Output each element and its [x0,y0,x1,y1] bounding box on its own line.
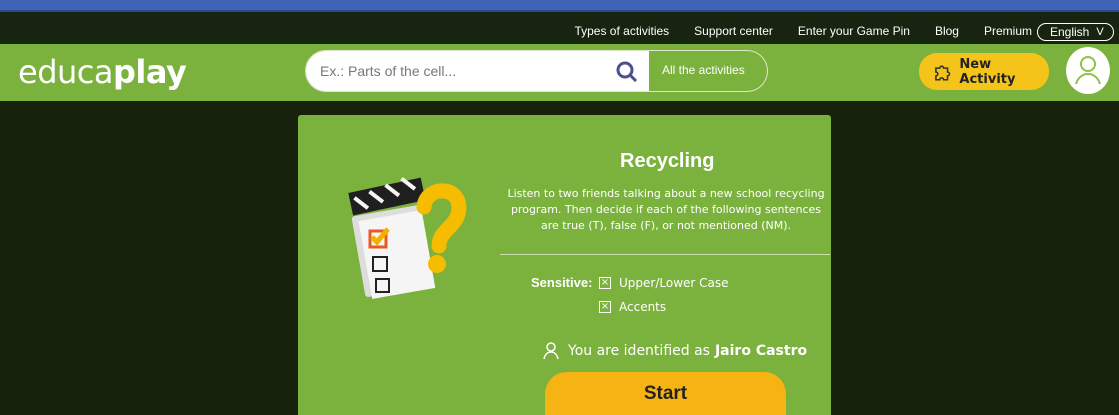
close-box-icon: × [599,301,611,313]
activity-title: Recycling [620,150,715,172]
search-input[interactable] [306,51,649,91]
logo-part-educa: educa [18,53,113,91]
user-avatar-icon [1075,56,1101,85]
top-link-premium[interactable]: Premium [984,24,1032,38]
puzzle-icon [935,64,951,81]
identified-user: You are identified as Jairo Castro [543,342,807,360]
top-link-support-center[interactable]: Support center [694,24,773,38]
main-header: educaplay All the activities New Activit… [0,44,1119,101]
upper-lower-case-option[interactable]: × Upper/Lower Case [599,276,729,290]
search-icon[interactable] [614,59,640,85]
chevron-down-icon: V [1096,26,1104,38]
activity-description: Listen to two friends talking about a ne… [507,187,825,232]
top-link-game-pin[interactable]: Enter your Game Pin [798,24,910,38]
user-icon [543,342,559,360]
card-divider [500,254,830,255]
search-bar: All the activities [305,50,768,92]
top-link-types-of-activities[interactable]: Types of activities [574,24,669,38]
upper-lower-case-label: Upper/Lower Case [619,276,729,290]
activity-card: Recycling Listen to two friends talking … [298,115,831,415]
user-avatar-button[interactable] [1066,47,1110,94]
language-value: English [1050,25,1090,39]
logo-part-play: play [112,53,187,91]
language-select[interactable]: English V [1037,23,1114,41]
new-activity-button[interactable]: New Activity [919,53,1049,90]
sensitive-label: Sensitive: [531,275,593,290]
browser-strip [0,0,1119,12]
activity-clipboard-illustration [348,177,467,299]
close-box-icon: × [599,277,611,289]
top-link-blog[interactable]: Blog [935,24,959,38]
identified-name: Jairo Castro [714,343,808,359]
all-activities-link[interactable]: All the activities [662,63,745,77]
accents-option[interactable]: × Accents [599,300,666,314]
new-activity-label: New Activity [959,56,1016,87]
accents-label: Accents [619,300,667,314]
start-button[interactable]: Start [545,372,786,415]
identified-prefix: You are identified as [568,343,710,359]
educaplay-logo[interactable]: educaplay [18,53,187,91]
